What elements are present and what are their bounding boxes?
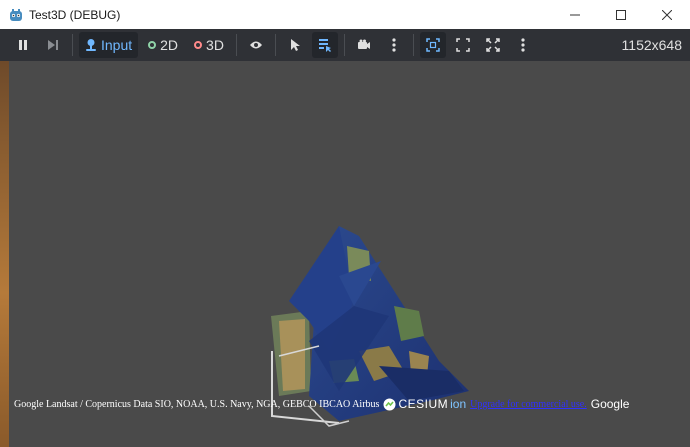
data-attribution-text: Google Landsat / Copernicus Data SIO, NO… bbox=[14, 398, 380, 410]
list-select-icon bbox=[318, 39, 331, 52]
globe-tiles-render bbox=[271, 226, 469, 427]
upgrade-link[interactable]: Upgrade for commercial use. bbox=[470, 399, 587, 410]
desktop-background-edge bbox=[0, 61, 9, 447]
minimize-icon bbox=[570, 14, 580, 15]
google-logo: Google bbox=[590, 397, 630, 411]
close-button[interactable] bbox=[644, 0, 690, 29]
input-label: Input bbox=[101, 37, 133, 53]
3d-mode-icon bbox=[194, 41, 203, 49]
more-vertical-icon bbox=[392, 38, 396, 52]
next-frame-button[interactable] bbox=[40, 32, 66, 58]
toolbar-separator bbox=[72, 34, 73, 56]
game-toolbar: Input 2D 3D 1152x648 bbox=[0, 29, 690, 61]
toolbar-separator bbox=[412, 34, 414, 56]
2d-mode-icon bbox=[148, 41, 157, 49]
toolbar-separator bbox=[235, 34, 237, 56]
cesium-logo-icon bbox=[383, 398, 396, 410]
resolution-label: 1152x648 bbox=[621, 37, 682, 53]
next-frame-icon bbox=[48, 40, 58, 50]
embed-fixed-size-button[interactable] bbox=[419, 32, 446, 58]
mode-3d-label: 3D bbox=[206, 37, 224, 53]
maximize-button[interactable] bbox=[598, 0, 644, 29]
eye-icon bbox=[249, 41, 262, 49]
camera-icon bbox=[357, 39, 370, 49]
godot-app-icon bbox=[10, 8, 22, 21]
cesium-label: CESIUM bbox=[398, 397, 449, 411]
window-controls bbox=[552, 0, 690, 29]
mode-3d-button[interactable]: 3D bbox=[188, 32, 230, 58]
toolbar-separator bbox=[343, 34, 345, 56]
aspect-icon bbox=[456, 38, 470, 52]
visibility-toggle-button[interactable] bbox=[243, 32, 269, 58]
stretch-button[interactable] bbox=[480, 32, 506, 58]
minimize-button[interactable] bbox=[552, 0, 598, 29]
close-icon bbox=[662, 9, 672, 20]
title-bar[interactable]: Test3D (DEBUG) bbox=[0, 0, 690, 29]
pause-button[interactable] bbox=[10, 32, 36, 58]
game-window: Test3D (DEBUG) Input 2D 3D 1152x648 Goog… bbox=[0, 0, 690, 447]
attribution-bar: Google Landsat / Copernicus Data SIO, NO… bbox=[14, 397, 629, 411]
select-tool-button[interactable] bbox=[282, 32, 308, 58]
embed-menu-button[interactable] bbox=[510, 32, 536, 58]
fixed-size-icon bbox=[426, 38, 440, 52]
camera-menu-button[interactable] bbox=[381, 32, 407, 58]
camera-override-button[interactable] bbox=[351, 32, 377, 58]
input-toggle-button[interactable]: Input bbox=[79, 32, 139, 58]
pause-icon bbox=[19, 40, 27, 50]
game-viewport[interactable]: Google Landsat / Copernicus Data SIO, NO… bbox=[9, 61, 690, 447]
cesium-ion-logo[interactable]: CESIUM ion bbox=[383, 397, 466, 411]
cursor-icon bbox=[290, 39, 300, 51]
keep-aspect-button[interactable] bbox=[450, 32, 476, 58]
maximize-icon bbox=[616, 9, 626, 20]
stretch-icon bbox=[486, 38, 500, 52]
list-select-button[interactable] bbox=[311, 32, 338, 58]
toolbar-separator bbox=[274, 34, 276, 56]
joystick-icon bbox=[86, 39, 96, 51]
window-title: Test3D (DEBUG) bbox=[29, 7, 121, 22]
ion-label: ion bbox=[450, 397, 467, 411]
more-vertical-icon bbox=[521, 38, 525, 52]
mode-2d-button[interactable]: 2D bbox=[142, 32, 184, 58]
mode-2d-label: 2D bbox=[160, 37, 179, 53]
